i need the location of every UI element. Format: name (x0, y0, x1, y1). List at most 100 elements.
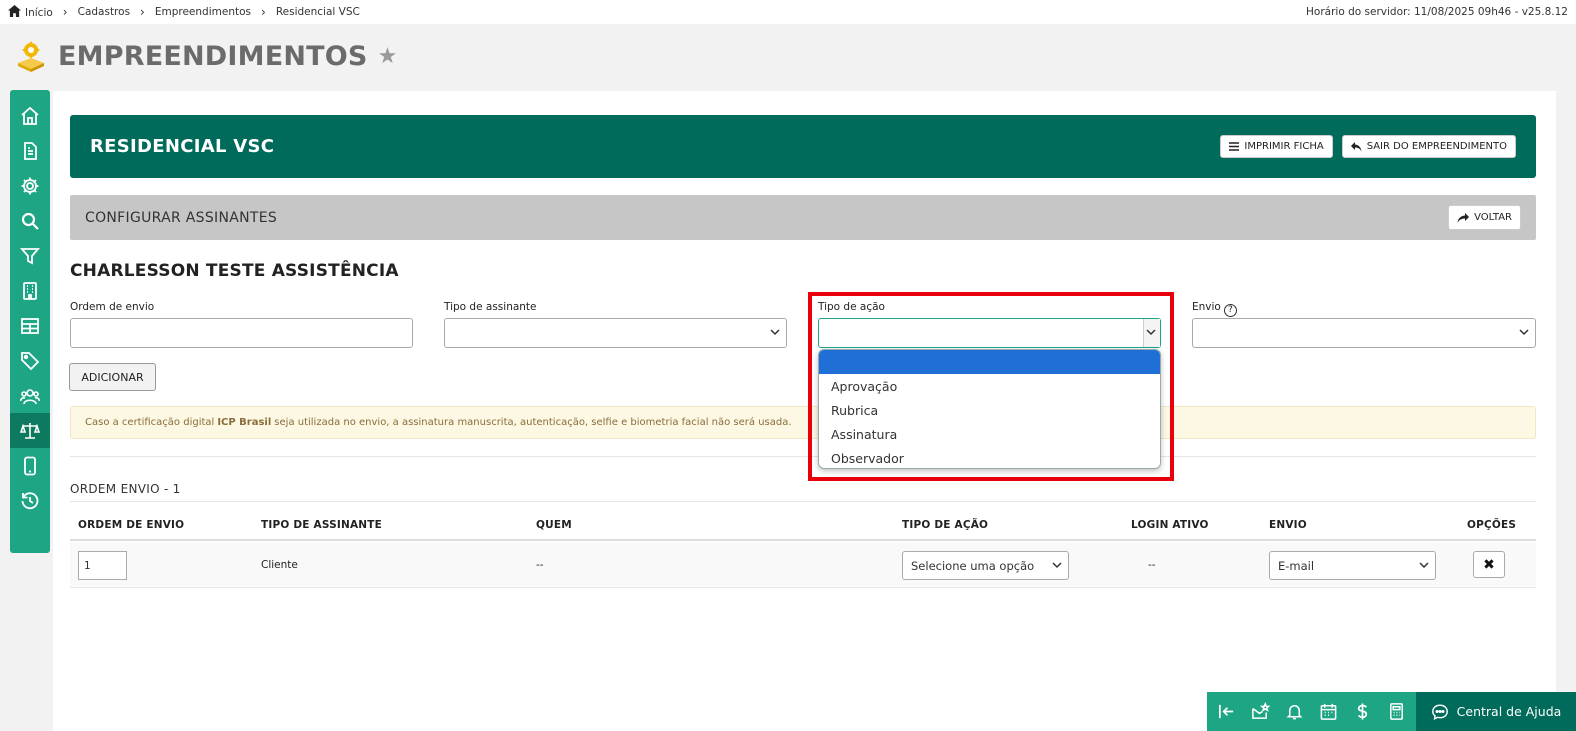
row-tipo-acao-select[interactable]: Selecione uma opção (902, 551, 1069, 580)
chevron-down-icon (1052, 562, 1062, 569)
section-title: CHARLESSON TESTE ASSISTÊNCIA (70, 261, 399, 281)
th-opcoes: OPÇÕES (1467, 519, 1517, 531)
chat-icon (1431, 704, 1448, 720)
document-icon (24, 141, 37, 160)
page-header: EMPREENDIMENTOS ★ (14, 36, 397, 76)
help-center-button[interactable]: Central de Ajuda (1416, 692, 1576, 731)
row-login-ativo: -- (1148, 559, 1156, 571)
tipo-acao-dropdown-list: Aprovação Rubrica Assinatura Observador (818, 349, 1161, 469)
row-envio-value: E-mail (1278, 559, 1315, 573)
th-tipo-acao: TIPO DE AÇÃO (902, 519, 989, 531)
ordem-input[interactable] (70, 318, 413, 348)
users-icon (20, 388, 40, 404)
back-button[interactable]: VOLTAR (1448, 205, 1521, 230)
envio-select[interactable] (1192, 318, 1536, 348)
row-ordem-input[interactable]: 1 (78, 551, 127, 580)
forward-arrow-icon (1457, 212, 1470, 222)
sidebar-item-users[interactable] (10, 378, 50, 413)
exit-button-label: SAIR DO EMPREENDIMENTO (1366, 141, 1507, 152)
favorite-star-icon[interactable]: ★ (378, 44, 398, 69)
config-title: CONFIGURAR ASSINANTES (85, 209, 278, 226)
print-button[interactable]: IMPRIMIR FICHA (1220, 135, 1333, 158)
row-tipo-assinante: Cliente (261, 559, 298, 571)
dropdown-option-assinatura[interactable]: Assinatura (819, 422, 1160, 446)
envio-label: Envio? (1192, 301, 1237, 317)
delete-row-button[interactable]: ✖ (1473, 551, 1505, 578)
sidebar-item-table[interactable] (10, 308, 50, 343)
sidebar-item-tags[interactable] (10, 343, 50, 378)
sidebar-item-documents[interactable] (10, 133, 50, 168)
divider (70, 456, 1536, 457)
notice-text-after: seja utilizada no envio, a assinatura ma… (274, 417, 792, 428)
sidebar-item-scale[interactable] (10, 413, 50, 448)
table-icon (21, 317, 39, 334)
row-quem: -- (536, 559, 544, 571)
sidebar-item-history[interactable] (10, 483, 50, 518)
add-button[interactable]: ADICIONAR (69, 363, 156, 391)
chevron-right-icon: › (261, 5, 266, 19)
sidebar-item-home[interactable] (10, 98, 50, 133)
chevron-down-icon (770, 329, 780, 336)
collapse-left-icon[interactable] (1217, 702, 1236, 721)
breadcrumb-empreendimentos[interactable]: Empreendimentos (155, 6, 251, 18)
banner-actions: IMPRIMIR FICHA SAIR DO EMPREENDIMENTO (1220, 135, 1516, 158)
help-icon[interactable]: ? (1223, 303, 1237, 317)
sidebar-item-buildings[interactable] (10, 273, 50, 308)
project-title: RESIDENCIAL VSC (90, 136, 275, 157)
breadcrumb-home[interactable]: Início (8, 5, 53, 19)
tag-icon (21, 351, 40, 370)
dropdown-option-aprovacao[interactable]: Aprovação (819, 374, 1160, 398)
breadcrumb-current: Residencial VSC (275, 6, 360, 18)
th-envio: ENVIO (1269, 519, 1307, 531)
config-bar: CONFIGURAR ASSINANTES VOLTAR (70, 195, 1536, 240)
search-icon (21, 212, 39, 230)
sidebar-item-search[interactable] (10, 203, 50, 238)
building-logo-icon (18, 41, 44, 72)
history-icon (21, 491, 39, 509)
mail-star-icon[interactable] (1251, 702, 1271, 721)
calculator-icon[interactable] (1387, 702, 1406, 721)
gear-icon (21, 177, 39, 194)
dollar-icon[interactable] (1353, 702, 1372, 721)
sidebar-item-mobile[interactable] (10, 448, 50, 483)
order-title: ORDEM ENVIO - 1 (70, 482, 181, 496)
calendar-icon[interactable] (1319, 702, 1338, 721)
bottom-toolbar: Central de Ajuda (1207, 692, 1576, 731)
project-banner: RESIDENCIAL VSC IMPRIMIR FICHA SAIR DO E… (70, 115, 1536, 178)
list-icon (1229, 142, 1240, 151)
exit-project-button[interactable]: SAIR DO EMPREENDIMENTO (1341, 135, 1516, 158)
dropdown-option-empty[interactable] (819, 350, 1160, 374)
top-bar: Início › Cadastros › Empreendimentos › R… (0, 0, 1576, 24)
home-icon (8, 5, 21, 17)
building-icon (23, 281, 37, 300)
help-center-label: Central de Ajuda (1456, 704, 1562, 719)
back-button-label: VOLTAR (1474, 212, 1512, 223)
page-title: EMPREENDIMENTOS (58, 40, 368, 72)
quick-actions (1207, 692, 1416, 731)
tipo-assinante-select[interactable] (444, 318, 787, 348)
print-button-label: IMPRIMIR FICHA (1244, 141, 1324, 152)
table-row: 1 Cliente -- Selecione uma opção -- E-ma… (70, 542, 1536, 588)
row-envio-select[interactable]: E-mail (1269, 551, 1436, 580)
bell-icon[interactable] (1285, 702, 1304, 721)
sidebar-item-settings[interactable] (10, 168, 50, 203)
icp-notice: Caso a certificação digital ICP Brasil s… (70, 406, 1536, 439)
sidebar-item-filter[interactable] (10, 238, 50, 273)
breadcrumb-cadastros[interactable]: Cadastros (78, 6, 130, 18)
th-tipo-assinante: TIPO DE ASSINANTE (261, 519, 383, 531)
dropdown-option-rubrica[interactable]: Rubrica (819, 398, 1160, 422)
dropdown-option-observador[interactable]: Observador (819, 446, 1160, 468)
close-icon: ✖ (1483, 556, 1495, 573)
home-icon (21, 106, 39, 125)
chevron-right-icon: › (140, 5, 145, 19)
breadcrumb-label: Início (25, 7, 53, 19)
envio-label-text: Envio (1192, 301, 1221, 313)
ordem-label: Ordem de envio (70, 301, 155, 313)
chevron-down-icon (1419, 562, 1429, 569)
server-time: Horário do servidor: 11/08/2025 09h46 - … (1306, 6, 1568, 18)
sidebar-nav (10, 90, 50, 553)
divider (70, 501, 1536, 502)
row-tipo-acao-value: Selecione uma opção (911, 559, 1035, 573)
notice-text-before: Caso a certificação digital (85, 417, 215, 428)
chevron-right-icon: › (62, 5, 68, 19)
